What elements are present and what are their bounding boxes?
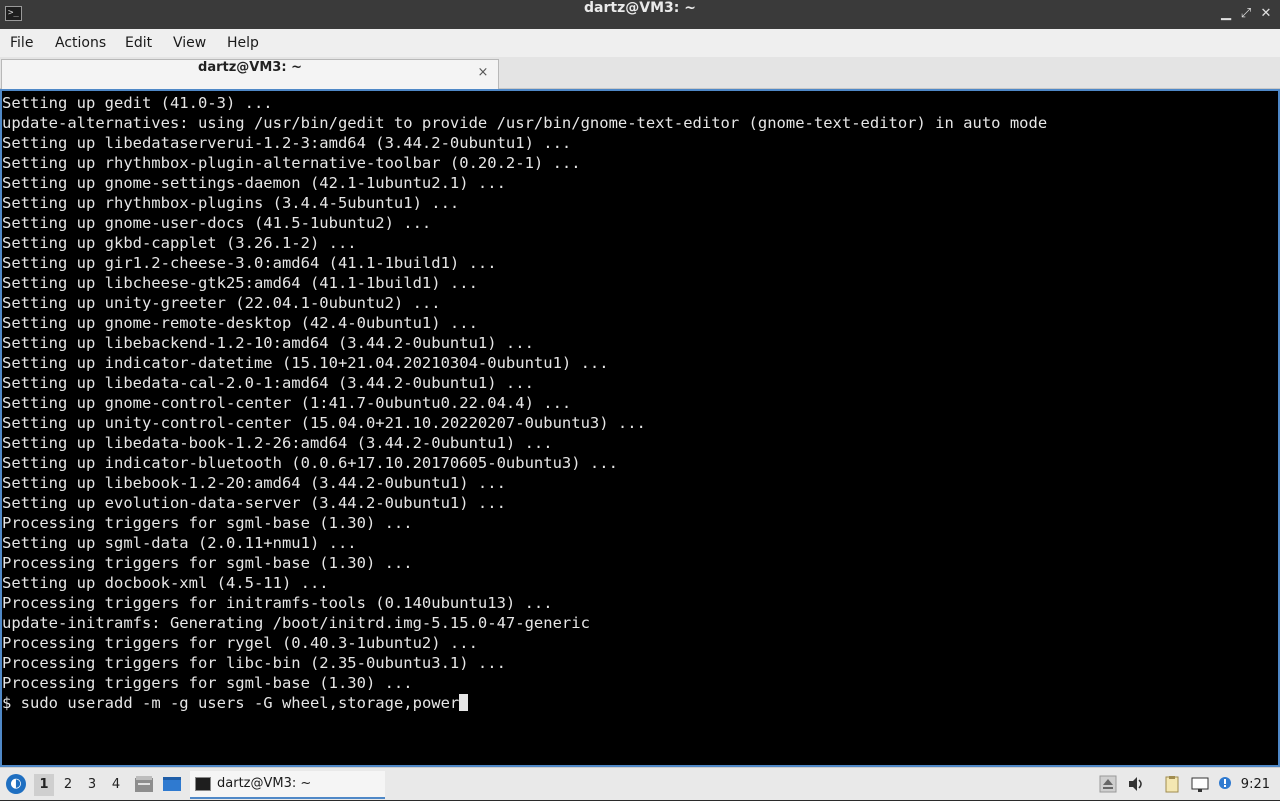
terminal-line: Setting up gnome-remote-desktop (42.4-0u… <box>2 314 478 332</box>
terminal-output: Setting up gedit (41.0-3) ... update-alte… <box>2 93 1047 713</box>
network-icon[interactable] <box>1191 775 1209 793</box>
text-cursor <box>459 694 469 711</box>
eject-icon[interactable] <box>1099 775 1117 793</box>
file-manager-icon[interactable] <box>134 775 154 793</box>
close-icon[interactable]: ✕ <box>1258 6 1274 22</box>
menu-view[interactable]: View <box>173 29 206 57</box>
terminal-line: Setting up rhythmbox-plugins (3.4.4-5ubu… <box>2 194 460 212</box>
terminal-line: Processing triggers for sgml-base (1.30)… <box>2 674 413 692</box>
notification-icon[interactable] <box>1216 775 1234 793</box>
terminal-line: Setting up rhythmbox-plugin-alternative-… <box>2 154 581 172</box>
workspace-4[interactable]: 4 <box>106 774 126 796</box>
terminal-line: Setting up libedata-cal-2.0-1:amd64 (3.4… <box>2 374 534 392</box>
terminal-line: Setting up gir1.2-cheese-3.0:amd64 (41.1… <box>2 254 497 272</box>
terminal-line: Setting up indicator-bluetooth (0.0.6+17… <box>2 454 618 472</box>
terminal-task-icon <box>195 777 211 791</box>
terminal-line: Processing triggers for sgml-base (1.30)… <box>2 514 413 532</box>
terminal-line: Processing triggers for initramfs-tools … <box>2 594 553 612</box>
prompt-symbol: $ <box>2 694 21 712</box>
taskbar-terminal-button[interactable]: dartz@VM3: ~ <box>190 771 385 799</box>
command-input[interactable]: sudo useradd -m -g users -G wheel,storag… <box>21 694 460 712</box>
taskbar: ◐ 1 2 3 4 dartz@VM3: ~ 9:21 <box>0 767 1280 800</box>
minimize-icon[interactable]: ▁ <box>1218 6 1234 22</box>
start-menu-icon[interactable]: ◐ <box>6 774 26 794</box>
tab-bar: dartz@VM3: ~ × <box>0 57 1280 89</box>
workspace-2[interactable]: 2 <box>58 774 78 796</box>
terminal-line: update-alternatives: using /usr/bin/gedi… <box>2 114 1048 132</box>
terminal-line: Setting up gnome-settings-daemon (42.1-1… <box>2 174 506 192</box>
workspace-3[interactable]: 3 <box>82 774 102 796</box>
menu-actions[interactable]: Actions <box>55 29 106 57</box>
terminal-line: Processing triggers for libc-bin (2.35-0… <box>2 654 506 672</box>
window-title: dartz@VM3: ~ <box>584 0 696 16</box>
maximize-icon[interactable]: ⤢ <box>1238 6 1254 22</box>
title-bar: >_ dartz@VM3: ~ ▁ ⤢ ✕ <box>0 0 1280 29</box>
terminal-line: Setting up unity-greeter (22.04.1-0ubunt… <box>2 294 441 312</box>
menu-edit[interactable]: Edit <box>125 29 152 57</box>
taskbar-terminal-label: dartz@VM3: ~ <box>217 776 312 791</box>
terminal-line: Setting up libedata-book-1.2-26:amd64 (3… <box>2 434 553 452</box>
terminal-line: Processing triggers for rygel (0.40.3-1u… <box>2 634 478 652</box>
clipboard-icon[interactable] <box>1163 775 1181 793</box>
tab-terminal[interactable]: dartz@VM3: ~ × <box>1 59 499 89</box>
terminal-line: Setting up evolution-data-server (3.44.2… <box>2 494 506 512</box>
terminal-view[interactable]: Setting up gedit (41.0-3) ... update-alte… <box>0 89 1280 767</box>
terminal-line: Setting up gnome-user-docs (41.5-1ubuntu… <box>2 214 432 232</box>
terminal-line: update-initramfs: Generating /boot/initr… <box>2 614 590 632</box>
volume-icon[interactable] <box>1127 775 1145 793</box>
menu-file[interactable]: File <box>10 29 33 57</box>
terminal-line: Setting up libebook-1.2-20:amd64 (3.44.2… <box>2 474 506 492</box>
tab-label: dartz@VM3: ~ <box>198 60 302 75</box>
terminal-line: Setting up gnome-control-center (1:41.7-… <box>2 394 572 412</box>
terminal-line: Setting up gedit (41.0-3) ... <box>2 94 273 112</box>
workspace-1[interactable]: 1 <box>34 774 54 796</box>
terminal-line: Setting up libcheese-gtk25:amd64 (41.1-1… <box>2 274 478 292</box>
terminal-line: Setting up unity-control-center (15.04.0… <box>2 414 646 432</box>
terminal-line: Setting up indicator-datetime (15.10+21.… <box>2 354 609 372</box>
show-desktop-icon[interactable] <box>162 775 182 793</box>
terminal-line: Setting up docbook-xml (4.5-11) ... <box>2 574 329 592</box>
terminal-line: Setting up libebackend-1.2-10:amd64 (3.4… <box>2 334 534 352</box>
terminal-line: Setting up libedataserverui-1.2-3:amd64 … <box>2 134 572 152</box>
menu-bar: File Actions Edit View Help <box>0 29 1280 57</box>
tab-close-icon[interactable]: × <box>476 66 490 80</box>
terminal-line: Setting up gkbd-capplet (3.26.1-2) ... <box>2 234 357 252</box>
terminal-line: Processing triggers for sgml-base (1.30)… <box>2 554 413 572</box>
terminal-line: Setting up sgml-data (2.0.11+nmu1) ... <box>2 534 357 552</box>
menu-help[interactable]: Help <box>227 29 259 57</box>
clock[interactable]: 9:21 <box>1241 768 1270 801</box>
terminal-prompt-line[interactable]: $ sudo useradd -m -g users -G wheel,stor… <box>2 693 1047 713</box>
